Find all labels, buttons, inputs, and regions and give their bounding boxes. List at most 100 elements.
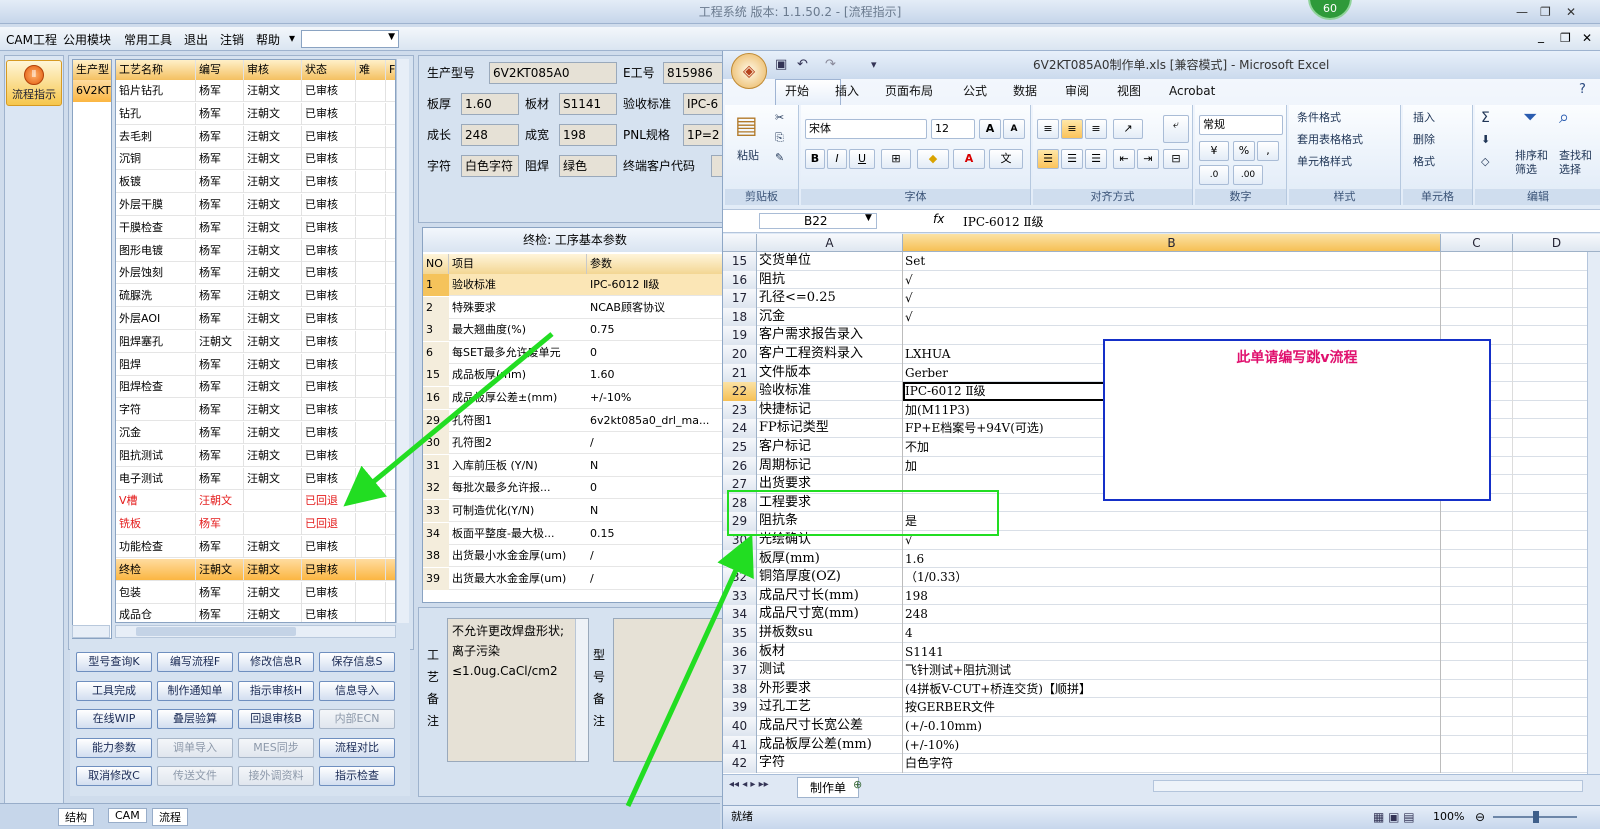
table-row[interactable]: 终检 汪朝文 汪朝文 已审核 bbox=[116, 558, 395, 581]
tab-review[interactable]: 审阅 bbox=[1065, 81, 1089, 101]
cell-c[interactable] bbox=[1441, 289, 1513, 308]
cell-c[interactable] bbox=[1441, 735, 1513, 755]
tab-flow[interactable]: 流程 bbox=[152, 808, 188, 826]
table-row[interactable]: 外层干膜 杨军 汪朝文 已审核 bbox=[116, 194, 395, 216]
col-difficulty[interactable]: 难 bbox=[356, 60, 386, 80]
redo-icon[interactable]: ↷ bbox=[825, 51, 836, 79]
param-row[interactable]: 34 板面平整度-最大极... 0.15 bbox=[423, 522, 725, 545]
table-row[interactable]: 去毛刺 杨军 汪朝文 已审核 bbox=[116, 125, 395, 148]
process-grid-scrollbar[interactable] bbox=[396, 59, 409, 623]
param-row[interactable]: 38 出货最小水金金厚(um) / bbox=[423, 545, 725, 568]
model-remark-text[interactable] bbox=[613, 618, 727, 762]
align-right-icon[interactable]: ☰ bbox=[1085, 149, 1107, 169]
cell-styles-button[interactable]: 单元格样式 bbox=[1297, 153, 1352, 171]
find-select-icon[interactable]: ⌕ bbox=[1559, 109, 1569, 127]
cell-b[interactable]: S1141 bbox=[903, 642, 1441, 662]
remark-scrollbar[interactable] bbox=[575, 619, 588, 761]
row-number[interactable]: 35 bbox=[723, 624, 757, 643]
table-row[interactable]: 阻焊 杨军 汪朝文 已审核 bbox=[116, 353, 395, 376]
cell-b[interactable]: 1.6 bbox=[903, 549, 1441, 569]
cell-c[interactable] bbox=[1441, 698, 1513, 717]
table-row[interactable]: 功能检查 杨军 汪朝文 已审核 bbox=[116, 536, 395, 558]
format-painter-icon[interactable]: ✎ bbox=[775, 149, 784, 167]
field-soldermask[interactable]: 绿色 bbox=[559, 155, 617, 177]
cell-b[interactable]: 飞针测试+阻抗测试 bbox=[903, 661, 1441, 680]
row-number[interactable]: 19 bbox=[723, 326, 757, 345]
cell-a[interactable]: 成品尺寸长宽公差 bbox=[757, 717, 903, 736]
cell-b[interactable]: √ bbox=[903, 270, 1441, 290]
border-icon[interactable]: ⊞ bbox=[881, 149, 911, 169]
cell-c[interactable] bbox=[1441, 605, 1513, 624]
cell-c[interactable] bbox=[1441, 661, 1513, 680]
fill-color-icon[interactable]: ◆ bbox=[917, 149, 949, 169]
formula-input[interactable]: IPC-6012 Ⅱ级 bbox=[963, 213, 1044, 230]
view-mode-icons[interactable]: ▦ ▣ ▤ bbox=[1373, 806, 1415, 828]
field-width[interactable]: 198 bbox=[559, 124, 617, 146]
menu-exit[interactable]: 退出 bbox=[184, 31, 208, 48]
action-button-3-0[interactable]: 能力参数 bbox=[76, 737, 152, 758]
field-legend[interactable]: 白色字符 bbox=[461, 155, 519, 177]
menu-cam[interactable]: CAM工程 bbox=[6, 31, 57, 48]
menu-tools[interactable]: 常用工具 bbox=[124, 31, 172, 48]
zoom-slider[interactable] bbox=[1493, 811, 1577, 823]
cell-a[interactable]: 板厚(mm) bbox=[757, 549, 903, 569]
cell-a[interactable]: 周期标记 bbox=[757, 456, 903, 476]
row-number[interactable]: 23 bbox=[723, 400, 757, 420]
cell-c[interactable] bbox=[1441, 717, 1513, 736]
action-button-4-0[interactable]: 取消修改C bbox=[76, 766, 152, 787]
cell-c[interactable] bbox=[1441, 568, 1513, 587]
col-header-d[interactable]: D bbox=[1513, 234, 1600, 252]
col-reviewer[interactable]: 审核 bbox=[244, 60, 302, 80]
percent-icon[interactable]: % bbox=[1233, 141, 1255, 161]
maximize-button[interactable]: ❐ bbox=[1540, 0, 1551, 24]
param-row[interactable]: 1 验收标准 IPC-6012 Ⅱ级 bbox=[423, 274, 725, 296]
cell-c[interactable] bbox=[1441, 586, 1513, 606]
model-list-item[interactable]: 6V2KT bbox=[73, 80, 111, 102]
table-row[interactable]: 阻焊塞孔 汪朝文 汪朝文 已审核 bbox=[116, 330, 395, 353]
cell-a[interactable]: 快捷标记 bbox=[757, 400, 903, 420]
row-number[interactable]: 15 bbox=[723, 252, 757, 271]
cell-a[interactable]: 过孔工艺 bbox=[757, 698, 903, 717]
params-col-no[interactable]: NO bbox=[423, 254, 449, 274]
cell-a[interactable]: 字符 bbox=[757, 754, 903, 773]
row-number[interactable]: 25 bbox=[723, 438, 757, 457]
action-button-1-1[interactable]: 制作通知单 bbox=[157, 680, 233, 701]
table-row[interactable]: 阻焊检查 杨军 汪朝文 已审核 bbox=[116, 376, 395, 399]
merge-icon[interactable]: ⊟ bbox=[1163, 149, 1189, 169]
close-button[interactable]: ✕ bbox=[1566, 0, 1576, 24]
orientation-icon[interactable]: ↗ bbox=[1113, 119, 1143, 139]
sheet-tab-active[interactable]: 制作单 bbox=[797, 777, 860, 798]
cell-c[interactable] bbox=[1441, 512, 1513, 531]
cell-b[interactable]: (4拼板V-CUT+桥连交货)【顺拼】 bbox=[903, 679, 1441, 699]
field-pnl[interactable]: 1P=2 bbox=[683, 124, 725, 146]
align-center-icon[interactable]: ☰ bbox=[1061, 149, 1083, 169]
tab-insert[interactable]: 插入 bbox=[835, 81, 859, 101]
cell-a[interactable]: 成品尺寸宽(mm) bbox=[757, 605, 903, 624]
row-number[interactable]: 38 bbox=[723, 679, 757, 699]
table-format-button[interactable]: 套用表格格式 bbox=[1297, 131, 1363, 149]
col-extra[interactable]: F bbox=[386, 60, 395, 80]
tab-structure[interactable]: 结构 bbox=[58, 808, 94, 826]
table-row[interactable]: 成品仓 杨军 汪朝文 已审核 bbox=[116, 604, 395, 622]
phonetic-icon[interactable]: 文 bbox=[989, 149, 1023, 169]
menu-logout[interactable]: 注销 bbox=[220, 31, 244, 48]
action-button-2-2[interactable]: 回退审核B bbox=[238, 709, 314, 730]
menu-help[interactable]: 帮助 bbox=[256, 31, 280, 48]
cell-a[interactable]: 板材 bbox=[757, 642, 903, 662]
font-color-icon[interactable]: A bbox=[953, 149, 985, 169]
table-row[interactable]: 图形电镀 杨军 汪朝文 已审核 bbox=[116, 239, 395, 262]
cell-c[interactable] bbox=[1441, 642, 1513, 662]
action-button-2-3[interactable]: 内部ECN bbox=[319, 709, 395, 730]
sort-filter-icon[interactable]: ⏷ bbox=[1523, 109, 1537, 127]
find-select-button[interactable]: 查找和选择 bbox=[1559, 149, 1599, 177]
param-row[interactable]: 15 成品板厚(mm) 1.60 bbox=[423, 364, 725, 387]
mdi-close-button[interactable]: ✕ bbox=[1582, 31, 1592, 45]
table-row[interactable]: 硫脲洗 杨军 汪朝文 已审核 bbox=[116, 285, 395, 308]
help-icon[interactable]: ? bbox=[1579, 82, 1586, 97]
font-name-select[interactable]: 宋体 bbox=[805, 119, 927, 139]
cut-icon[interactable]: ✂ bbox=[775, 109, 784, 127]
align-middle-icon[interactable]: ≡ bbox=[1061, 119, 1083, 139]
cell-a[interactable]: 沉金 bbox=[757, 307, 903, 327]
paste-label[interactable]: 粘贴 bbox=[737, 147, 759, 165]
tab-formulas[interactable]: 公式 bbox=[963, 81, 987, 101]
